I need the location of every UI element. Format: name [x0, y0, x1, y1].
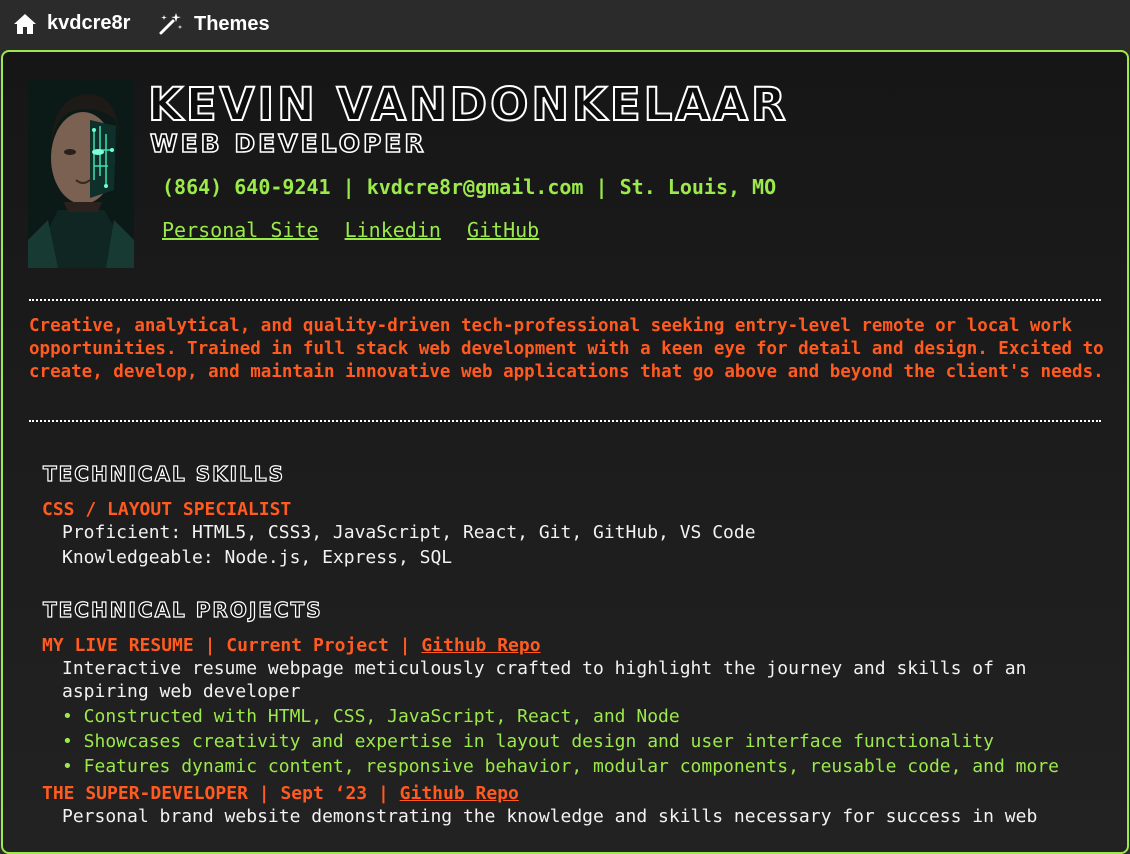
email-address: kvdcre8r@gmail.com	[366, 175, 584, 199]
location: St. Louis, MO	[619, 175, 777, 199]
contact-info: (864) 640-9241 | kvdcre8r@gmail.com | St…	[162, 175, 776, 199]
project-bullet: • Showcases creativity and expertise in …	[62, 731, 994, 752]
project-description: aspiring web developer	[62, 681, 301, 702]
role-heading: WEB DEVELOPER	[149, 129, 427, 159]
github-link[interactable]: GitHub	[467, 218, 539, 242]
personal-site-link[interactable]: Personal Site	[162, 218, 319, 242]
projects-heading: TECHNICAL PROJECTS	[42, 597, 323, 622]
nav-themes-label: Themes	[194, 12, 270, 35]
project-repo-link[interactable]: Github Repo	[400, 783, 519, 804]
project-title: MY LIVE RESUME	[42, 635, 194, 656]
project-bullet: • Constructed with HTML, CSS, JavaScript…	[62, 706, 680, 727]
project-header: THE SUPER-DEVELOPER | Sept ‘23 | Github …	[42, 783, 519, 804]
divider	[29, 299, 1101, 301]
project-description: Interactive resume webpage meticulously …	[62, 658, 1027, 679]
project-title: THE SUPER-DEVELOPER	[42, 783, 248, 804]
contact-separator: |	[595, 175, 608, 199]
profile-links: Personal Site Linkedin GitHub	[162, 218, 539, 242]
nav-themes-link[interactable]: Themes	[158, 12, 270, 36]
skills-proficient: Proficient: HTML5, CSS3, JavaScript, Rea…	[62, 522, 756, 543]
skills-subheading: CSS / LAYOUT SPECIALIST	[42, 499, 292, 520]
name-heading: KEVIN VANDONKELAAR	[147, 78, 789, 131]
top-nav: kvdcre8r Themes	[0, 0, 1130, 50]
divider	[29, 420, 1101, 422]
project-repo-link[interactable]: Github Repo	[421, 635, 540, 656]
project-bullet: • Features dynamic content, responsive b…	[62, 756, 1059, 777]
skills-knowledgeable: Knowledgeable: Node.js, Express, SQL	[62, 547, 453, 568]
project-separator: |	[258, 783, 270, 804]
project-description: Personal brand website demonstrating the…	[62, 806, 1038, 827]
linkedin-link[interactable]: Linkedin	[345, 218, 441, 242]
project-date: Sept ‘23	[280, 783, 368, 804]
magic-wand-icon	[159, 13, 183, 35]
project-header: MY LIVE RESUME | Current Project | Githu…	[42, 635, 541, 656]
summary-text: Creative, analytical, and quality-driven…	[29, 316, 1104, 382]
skills-heading: TECHNICAL SKILLS	[42, 461, 285, 486]
project-date: Current Project	[226, 635, 389, 656]
avatar	[28, 80, 134, 268]
project-separator: |	[204, 635, 216, 656]
project-separator: |	[399, 635, 411, 656]
nav-home-link[interactable]: kvdcre8r	[13, 12, 130, 35]
phone-number: (864) 640-9241	[162, 175, 331, 199]
project-separator: |	[377, 783, 389, 804]
contact-separator: |	[342, 175, 355, 199]
home-icon	[14, 13, 36, 34]
nav-home-label: kvdcre8r	[47, 12, 131, 34]
